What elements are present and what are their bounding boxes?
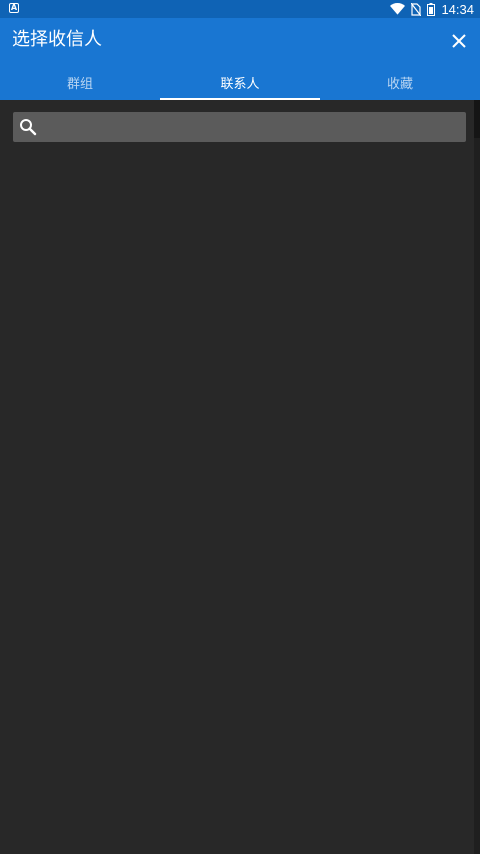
search-icon [20, 119, 37, 136]
tab-favorites[interactable]: 收藏 [320, 64, 480, 100]
tab-label: 收藏 [386, 76, 413, 92]
search-input[interactable] [43, 112, 465, 144]
no-sim-icon [411, 2, 422, 16]
scrollbar-thumb[interactable] [474, 100, 480, 138]
page-title: 选择收信人 [12, 29, 102, 50]
contact-list-panel [0, 100, 474, 854]
tab-label: 联系人 [220, 76, 260, 92]
search-box[interactable] [13, 112, 466, 144]
scrollbar[interactable] [474, 100, 480, 854]
a-letter-icon: A [9, 3, 19, 13]
wifi-icon [390, 3, 406, 15]
status-time: 14:34 [441, 1, 474, 17]
tab-label: 群组 [66, 76, 93, 92]
tab-contacts[interactable]: 联系人 [160, 64, 320, 100]
app-bar: 选择收信人 群组 联系人 收藏 [0, 18, 480, 100]
status-bar: A 14:34 [0, 0, 480, 18]
close-icon [452, 34, 466, 48]
close-button[interactable] [448, 30, 470, 52]
tab-groups[interactable]: 群组 [0, 64, 160, 100]
status-icons: 14:34 [390, 0, 474, 18]
battery-icon [427, 2, 436, 16]
tab-bar: 群组 联系人 收藏 [0, 64, 480, 100]
